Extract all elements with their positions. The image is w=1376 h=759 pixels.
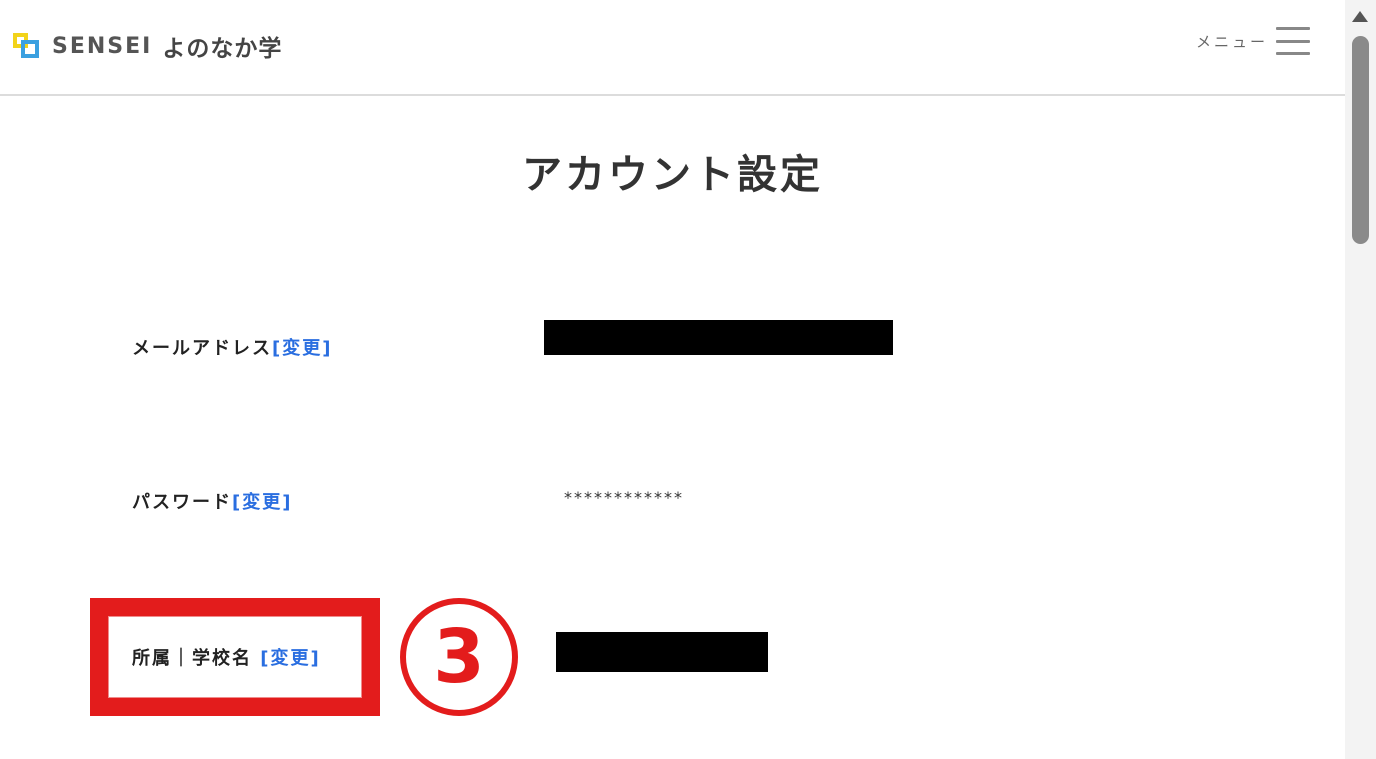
hamburger-line bbox=[1276, 52, 1310, 55]
password-row-label: パスワード[変更] bbox=[132, 488, 292, 514]
menu-label: メニュー bbox=[1195, 32, 1268, 51]
logo-brand-text: SENSEI bbox=[52, 33, 153, 59]
hamburger-line bbox=[1276, 27, 1310, 30]
scrollbar-thumb[interactable] bbox=[1352, 36, 1369, 244]
email-row-label: メールアドレス[変更] bbox=[132, 334, 332, 360]
menu-button[interactable]: メニュー bbox=[1196, 27, 1310, 55]
password-value: ************ bbox=[564, 488, 684, 507]
account-settings-page: SENSEI よのなか学 メニュー アカウント設定 メールアドレス[変更] パス… bbox=[0, 0, 1376, 759]
school-value-redacted bbox=[556, 632, 768, 672]
site-logo[interactable]: SENSEI よのなか学 bbox=[13, 29, 282, 63]
email-label: メールアドレス bbox=[132, 338, 272, 359]
change-email-link[interactable]: [変更] bbox=[272, 338, 332, 359]
highlight-inner-outline bbox=[108, 616, 362, 698]
hamburger-line bbox=[1276, 39, 1310, 43]
logo-subtitle-text: よのなか学 bbox=[162, 36, 283, 62]
sensei-logo-icon bbox=[13, 31, 43, 61]
step-number-badge: 3 bbox=[400, 598, 518, 716]
logo-blue-square bbox=[21, 40, 39, 58]
password-label: パスワード bbox=[132, 492, 232, 513]
change-password-link[interactable]: [変更] bbox=[232, 492, 292, 513]
page-title: アカウント設定 bbox=[522, 152, 823, 198]
email-value-redacted bbox=[544, 320, 893, 355]
hamburger-menu-icon bbox=[1276, 27, 1310, 55]
site-header: SENSEI よのなか学 メニュー bbox=[0, 0, 1345, 96]
vertical-scrollbar[interactable] bbox=[1345, 0, 1376, 759]
step-number: 3 bbox=[433, 614, 485, 700]
scroll-up-arrow-icon[interactable] bbox=[1352, 11, 1368, 22]
